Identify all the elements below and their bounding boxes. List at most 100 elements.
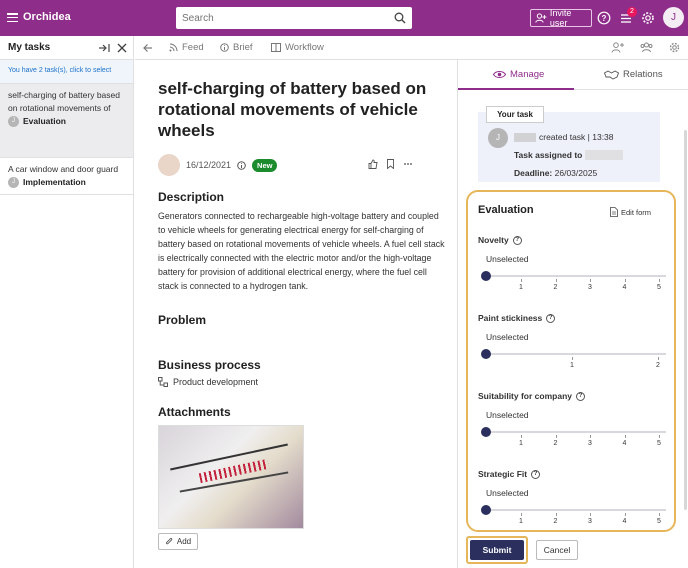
my-tasks-title: My tasks <box>8 42 51 53</box>
task-item-selected[interactable]: self-charging of battery based on rotati… <box>0 84 133 158</box>
tick-label: 5 <box>657 440 661 447</box>
help-icon[interactable]: ? <box>512 235 522 245</box>
slider-tick <box>555 435 557 438</box>
criterion-value: Unselected <box>486 488 529 498</box>
criterion-label: Strategic Fit? <box>478 469 666 479</box>
tick-label: 4 <box>622 518 627 525</box>
tab-workflow[interactable]: Workflow <box>271 42 324 53</box>
slider-tick <box>555 513 557 516</box>
info-icon[interactable] <box>237 160 246 170</box>
cancel-button[interactable]: Cancel <box>536 540 578 560</box>
search-icon[interactable] <box>394 12 406 24</box>
document-icon <box>610 207 618 217</box>
criterion-name: Novelty <box>478 235 509 245</box>
my-tasks-header: My tasks <box>0 36 133 60</box>
criterion-suitability: Suitability for company? Unselected 1 2 3 4… <box>478 391 666 454</box>
gear-icon[interactable] <box>641 11 655 25</box>
tab-relations[interactable]: Relations <box>604 69 663 80</box>
slider-thumb[interactable] <box>481 427 491 437</box>
criterion-name: Strategic Fit <box>478 469 528 479</box>
slider-tick-labels: 1 2 3 4 5 <box>478 284 666 298</box>
slider-tick <box>521 279 522 282</box>
invite-user-button[interactable]: Invite user <box>530 8 592 28</box>
tab-brief[interactable]: Brief <box>220 42 253 53</box>
slider-track <box>486 509 666 511</box>
workflow-icon <box>271 43 281 52</box>
rating-slider[interactable] <box>478 424 666 444</box>
tab-feed[interactable]: Feed <box>169 42 204 53</box>
task-deadline-row: Deadline: 26/03/2025 <box>514 168 597 178</box>
my-tasks-panel: My tasks You have 2 task(s), click to se… <box>0 36 134 568</box>
right-tabs: Manage Relations <box>458 60 688 90</box>
bookmark-icon[interactable] <box>386 159 395 169</box>
close-icon[interactable] <box>117 43 127 53</box>
more-icon[interactable] <box>403 159 413 169</box>
collapse-panel-icon[interactable] <box>99 43 110 53</box>
description-text: Generators connected to rechargeable hig… <box>158 211 445 291</box>
deadline-value: 26/03/2025 <box>554 168 598 178</box>
idea-title: self-charging of battery based on rotati… <box>158 79 427 140</box>
task-stage: Implementation <box>23 177 86 187</box>
edit-form-button[interactable]: Edit form <box>610 207 651 217</box>
deadline-label: Deadline: <box>514 168 553 178</box>
description-heading: Description <box>158 190 225 204</box>
search-input[interactable] <box>176 7 376 29</box>
criterion-name: Suitability for company <box>478 391 572 401</box>
problem-heading: Problem <box>158 313 207 327</box>
task-stage-row: J Evaluation <box>8 115 125 128</box>
business-process-value: Product development <box>158 377 448 387</box>
task-stage: Evaluation <box>23 116 66 126</box>
task-stage-row: J Implementation <box>8 176 125 189</box>
tab-relations-label: Relations <box>623 69 663 80</box>
attachment-thumbnail[interactable] <box>158 425 304 529</box>
attachments-heading: Attachments <box>158 405 231 419</box>
tab-manage-label: Manage <box>510 69 545 80</box>
task-created: created task | 13:38 <box>539 132 614 142</box>
slider-track <box>486 431 666 433</box>
task-item[interactable]: A car window and door guard J Implementa… <box>0 158 133 195</box>
group-icon[interactable] <box>640 42 653 53</box>
back-arrow-icon[interactable] <box>143 43 153 53</box>
slider-thumb[interactable] <box>481 271 491 281</box>
slider-tick <box>659 435 660 438</box>
add-user-icon[interactable] <box>611 42 624 53</box>
slider-track <box>486 275 666 277</box>
rating-slider[interactable] <box>478 268 666 288</box>
info-icon <box>220 43 229 52</box>
form-buttons: Submit Cancel <box>466 536 578 564</box>
tab-manage[interactable]: Manage <box>493 69 544 80</box>
help-icon[interactable]: ? <box>546 313 556 323</box>
app-name[interactable]: Orchidea <box>23 11 71 23</box>
slider-tick <box>521 435 522 438</box>
criterion-value: Unselected <box>486 332 529 342</box>
paperclip-icon <box>165 537 173 545</box>
add-attachment-button[interactable]: Add <box>158 533 198 550</box>
eye-icon <box>493 71 506 78</box>
tab-workflow-label: Workflow <box>285 42 324 53</box>
task-assigned-row: Task assigned to <box>514 150 624 160</box>
rating-slider[interactable] <box>478 502 666 522</box>
idea-content: self-charging of battery based on rotati… <box>158 78 448 550</box>
slider-tick <box>658 357 659 360</box>
notification-badge: 2 <box>627 7 637 17</box>
help-icon[interactable]: ? <box>597 11 611 25</box>
slider-thumb[interactable] <box>481 349 491 359</box>
evaluation-form: Evaluation Edit form Novelty? Unselected… <box>466 190 676 532</box>
slider-thumb[interactable] <box>481 505 491 515</box>
gear-icon[interactable] <box>669 42 680 53</box>
slider-tick <box>624 435 626 438</box>
task-avatar: J <box>488 128 508 148</box>
menu-icon[interactable] <box>7 13 18 23</box>
tick-label: 3 <box>588 284 592 291</box>
thumbs-up-icon[interactable] <box>368 159 378 169</box>
scrollbar[interactable] <box>684 130 687 510</box>
help-icon[interactable]: ? <box>576 391 585 401</box>
author-avatar[interactable] <box>158 154 180 176</box>
tick-label: 3 <box>588 440 592 447</box>
task-avatar: J <box>8 177 19 188</box>
edit-form-label: Edit form <box>621 207 652 217</box>
submit-button[interactable]: Submit <box>470 540 524 560</box>
criterion-novelty: Novelty? Unselected 1 2 3 4 5 <box>478 235 666 298</box>
help-icon[interactable]: ? <box>531 469 541 479</box>
user-avatar[interactable]: J <box>663 7 684 28</box>
